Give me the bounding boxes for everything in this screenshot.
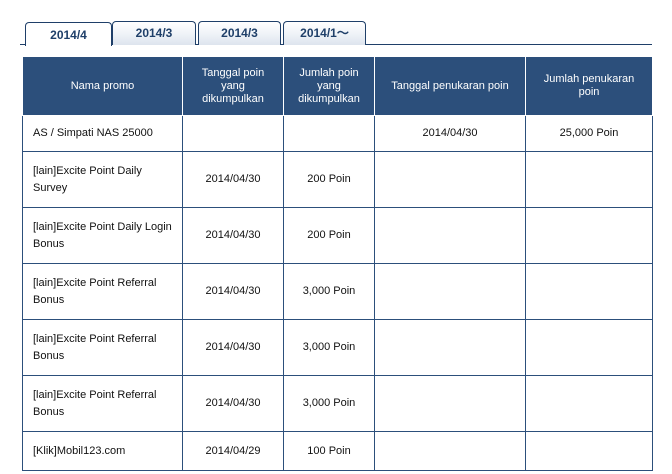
tab-2014-3-b[interactable]: 2014/3 (198, 21, 281, 45)
points-table: Nama promo Tanggal poin yang dikumpulkan… (22, 56, 653, 471)
redeem-amount-cell (525, 375, 653, 432)
collected-date-cell: 2014/04/30 (182, 375, 284, 432)
collected-date-cell: 2014/04/30 (182, 151, 284, 208)
collected-date-cell: 2014/04/30 (182, 319, 284, 376)
table-row: [lain]Excite Point Daily Login Bonus 201… (22, 207, 653, 264)
collected-amount-cell: 200 Poin (283, 151, 375, 208)
table-row: [lain]Excite Point Referral Bonus 2014/0… (22, 375, 653, 432)
table-header-row: Nama promo Tanggal poin yang dikumpulkan… (22, 56, 653, 116)
collected-date-cell: 2014/04/29 (182, 431, 284, 471)
table-row: [lain]Excite Point Referral Bonus 2014/0… (22, 319, 653, 376)
header-redeem-date: Tanggal penukaran poin (374, 56, 526, 116)
redeem-date-cell (374, 375, 526, 432)
promo-name-cell: [lain]Excite Point Daily Login Bonus (22, 207, 183, 264)
header-redeem-amount: Jumlah penukaran poin (525, 56, 653, 116)
redeem-amount-cell (525, 319, 653, 376)
month-tab-bar: 2014/4 2014/3 2014/3 2014/1〜 (0, 0, 672, 46)
collected-amount-cell (283, 115, 375, 152)
promo-name-cell: [lain]Excite Point Referral Bonus (22, 375, 183, 432)
promo-name-cell: AS / Simpati NAS 25000 (22, 115, 183, 152)
table-row: [lain]Excite Point Daily Survey 2014/04/… (22, 151, 653, 208)
redeem-date-cell (374, 431, 526, 471)
redeem-amount-cell: 25,000 Poin (525, 115, 653, 152)
promo-name-cell: [lain]Excite Point Daily Survey (22, 151, 183, 208)
promo-name-cell: [lain]Excite Point Referral Bonus (22, 319, 183, 376)
table-row: [lain]Excite Point Referral Bonus 2014/0… (22, 263, 653, 320)
promo-name-cell: [Klik]Mobil123.com (22, 431, 183, 471)
redeem-amount-cell (525, 431, 653, 471)
redeem-date-cell (374, 319, 526, 376)
promo-name-cell: [lain]Excite Point Referral Bonus (22, 263, 183, 320)
collected-amount-cell: 100 Poin (283, 431, 375, 471)
redeem-date-cell (374, 207, 526, 264)
redeem-date-cell (374, 151, 526, 208)
collected-amount-cell: 200 Poin (283, 207, 375, 264)
collected-date-cell (182, 115, 284, 152)
tab-2014-4[interactable]: 2014/4 (25, 22, 112, 46)
tab-2014-3-a[interactable]: 2014/3 (112, 21, 196, 45)
tab-2014-1-onward[interactable]: 2014/1〜 (283, 21, 366, 45)
table-row: AS / Simpati NAS 25000 2014/04/30 25,000… (22, 115, 653, 152)
collected-date-cell: 2014/04/30 (182, 263, 284, 320)
header-collected-date: Tanggal poin yang dikumpulkan (182, 56, 284, 116)
table-row: [Klik]Mobil123.com 2014/04/29 100 Poin (22, 431, 653, 471)
collected-date-cell: 2014/04/30 (182, 207, 284, 264)
header-promo-name: Nama promo (22, 56, 183, 116)
points-history-page: 2014/4 2014/3 2014/3 2014/1〜 Nama promo … (0, 0, 672, 474)
redeem-amount-cell (525, 207, 653, 264)
collected-amount-cell: 3,000 Poin (283, 375, 375, 432)
redeem-amount-cell (525, 151, 653, 208)
header-collected-amount: Jumlah poin yang dikumpulkan (283, 56, 375, 116)
collected-amount-cell: 3,000 Poin (283, 319, 375, 376)
redeem-date-cell: 2014/04/30 (374, 115, 526, 152)
collected-amount-cell: 3,000 Poin (283, 263, 375, 320)
redeem-date-cell (374, 263, 526, 320)
redeem-amount-cell (525, 263, 653, 320)
